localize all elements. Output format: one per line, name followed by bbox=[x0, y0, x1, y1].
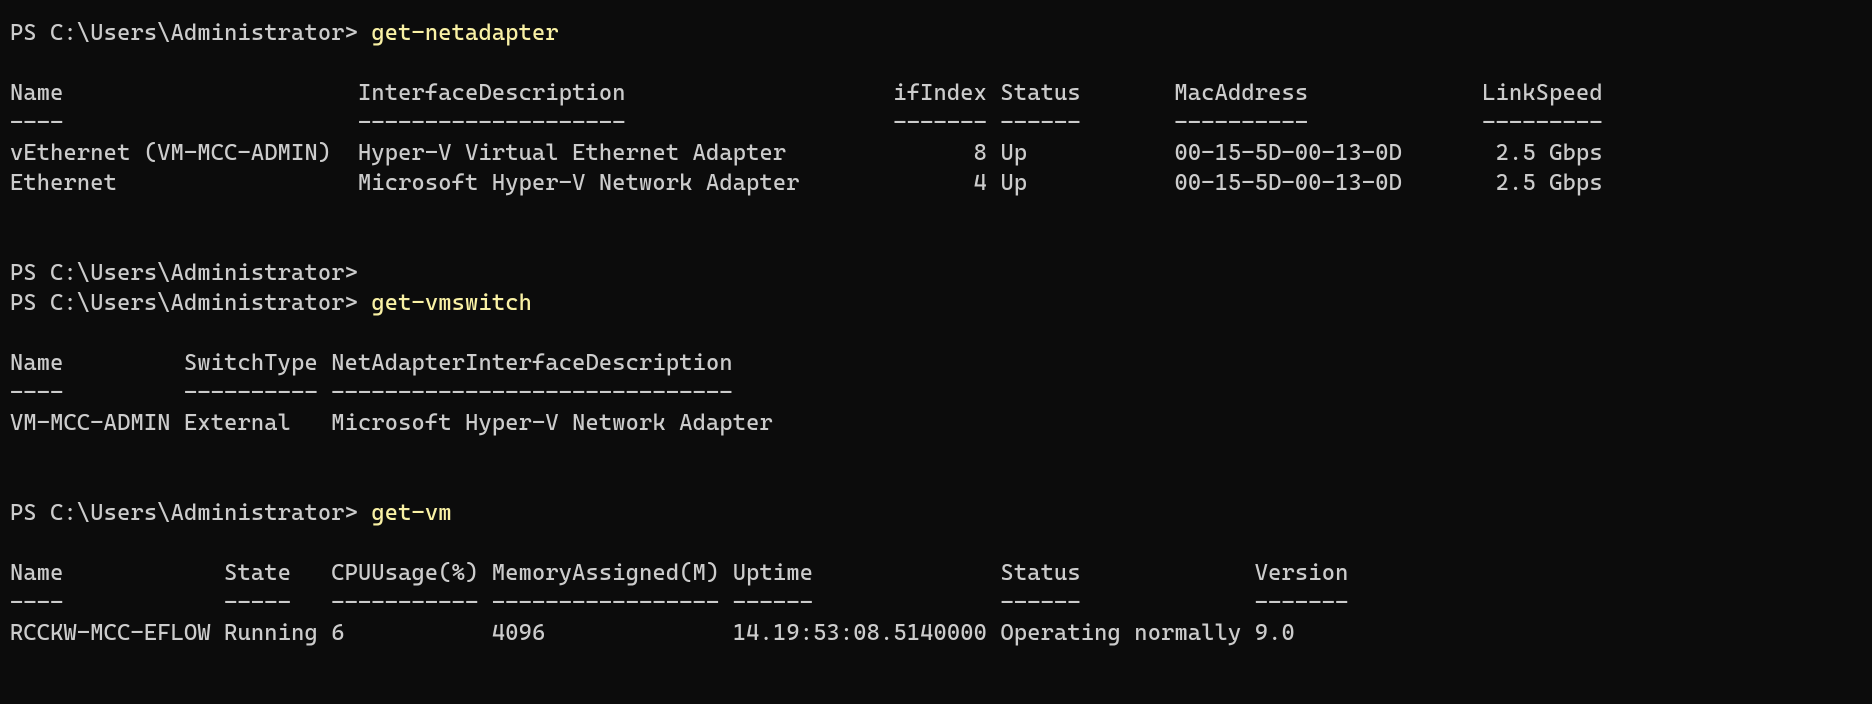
vmswitch-header-ifdesc: NetAdapterInterfaceDescription bbox=[331, 350, 733, 376]
vmswitch-sep-name: ---- bbox=[10, 380, 64, 406]
cell-mac: 00-15-5D-00-13-0D bbox=[1174, 170, 1402, 196]
vm-header-status: Status bbox=[1000, 560, 1080, 586]
cell-name: vEthernet (VM-MCC-ADMIN) bbox=[10, 140, 331, 166]
command-get-vmswitch: get-vmswitch bbox=[371, 290, 532, 316]
netadapter-header-ifdesc: InterfaceDescription bbox=[358, 80, 626, 106]
netadapter-sep-mac: ---------- bbox=[1174, 110, 1308, 136]
prompt: PS C:\Users\Administrator> bbox=[10, 260, 358, 286]
vm-header-mem: MemoryAssigned(M) bbox=[492, 560, 720, 586]
prompt: PS C:\Users\Administrator> bbox=[10, 290, 358, 316]
vmswitch-sep-ifdesc: ------------------------------ bbox=[331, 380, 733, 406]
command-get-vm: get-vm bbox=[371, 500, 451, 526]
vm-sep-mem: ----------------- bbox=[492, 590, 720, 616]
cell-ifindex: 4 bbox=[974, 170, 987, 196]
cell-name: Ethernet bbox=[10, 170, 117, 196]
cell-state: Running bbox=[224, 620, 318, 646]
cell-status: Operating normally bbox=[1000, 620, 1241, 646]
cell-ifdesc: Microsoft Hyper-V Network Adapter bbox=[331, 410, 773, 436]
cell-type: External bbox=[184, 410, 291, 436]
cell-ifdesc: Hyper-V Virtual Ethernet Adapter bbox=[358, 140, 786, 166]
vm-sep-version: ------- bbox=[1255, 590, 1349, 616]
netadapter-sep-speed: --------- bbox=[1482, 110, 1602, 136]
cell-ifindex: 8 bbox=[974, 140, 987, 166]
prompt: PS C:\Users\Administrator> bbox=[10, 500, 358, 526]
table-row: VM-MCC-ADMIN External Microsoft Hyper-V … bbox=[10, 410, 773, 436]
vm-sep-name: ---- bbox=[10, 590, 64, 616]
cell-speed: 2.5 Gbps bbox=[1496, 170, 1603, 196]
vmswitch-header-name: Name bbox=[10, 350, 64, 376]
netadapter-header-ifindex: ifIndex bbox=[893, 80, 987, 106]
vm-sep-cpu: ----------- bbox=[331, 590, 478, 616]
prompt: PS C:\Users\Administrator> bbox=[10, 20, 358, 46]
vm-header-name: Name bbox=[10, 560, 64, 586]
vm-sep-uptime: ------ bbox=[733, 590, 813, 616]
vm-header-cpu: CPUUsage(%) bbox=[331, 560, 478, 586]
cell-cpu: 6 bbox=[331, 620, 344, 646]
cell-status: Up bbox=[1000, 140, 1027, 166]
vm-header-version: Version bbox=[1255, 560, 1349, 586]
netadapter-header-speed: LinkSpeed bbox=[1482, 80, 1602, 106]
cell-status: Up bbox=[1000, 170, 1027, 196]
vm-sep-state: ----- bbox=[224, 590, 291, 616]
cell-version: 9.0 bbox=[1255, 620, 1295, 646]
netadapter-header-status: Status bbox=[1000, 80, 1080, 106]
cell-mem: 4096 bbox=[492, 620, 546, 646]
table-row: Ethernet Microsoft Hyper-V Network Adapt… bbox=[10, 170, 1603, 196]
vm-header-uptime: Uptime bbox=[733, 560, 813, 586]
netadapter-sep-ifindex: ------- bbox=[893, 110, 987, 136]
netadapter-sep-ifdesc: -------------------- bbox=[358, 110, 626, 136]
command-get-netadapter: get-netadapter bbox=[371, 20, 558, 46]
terminal-output[interactable]: PS C:\Users\Administrator> get-netadapte… bbox=[0, 0, 1872, 658]
cell-name: RCCKW-MCC-EFLOW bbox=[10, 620, 211, 646]
table-row: RCCKW-MCC-EFLOW Running 6 4096 14.19:53:… bbox=[10, 620, 1295, 646]
vm-header-state: State bbox=[224, 560, 291, 586]
cell-ifdesc: Microsoft Hyper-V Network Adapter bbox=[358, 170, 800, 196]
netadapter-header-name: Name bbox=[10, 80, 64, 106]
cell-name: VM-MCC-ADMIN bbox=[10, 410, 171, 436]
cell-speed: 2.5 Gbps bbox=[1496, 140, 1603, 166]
netadapter-header-mac: MacAddress bbox=[1174, 80, 1308, 106]
cell-uptime: 14.19:53:08.5140000 bbox=[733, 620, 987, 646]
vmswitch-header-type: SwitchType bbox=[184, 350, 318, 376]
netadapter-sep-status: ------ bbox=[1000, 110, 1080, 136]
cell-mac: 00-15-5D-00-13-0D bbox=[1174, 140, 1402, 166]
vmswitch-sep-type: ---------- bbox=[184, 380, 318, 406]
table-row: vEthernet (VM-MCC-ADMIN) Hyper-V Virtual… bbox=[10, 140, 1603, 166]
netadapter-sep-name: ---- bbox=[10, 110, 64, 136]
vm-sep-status: ------ bbox=[1000, 590, 1080, 616]
